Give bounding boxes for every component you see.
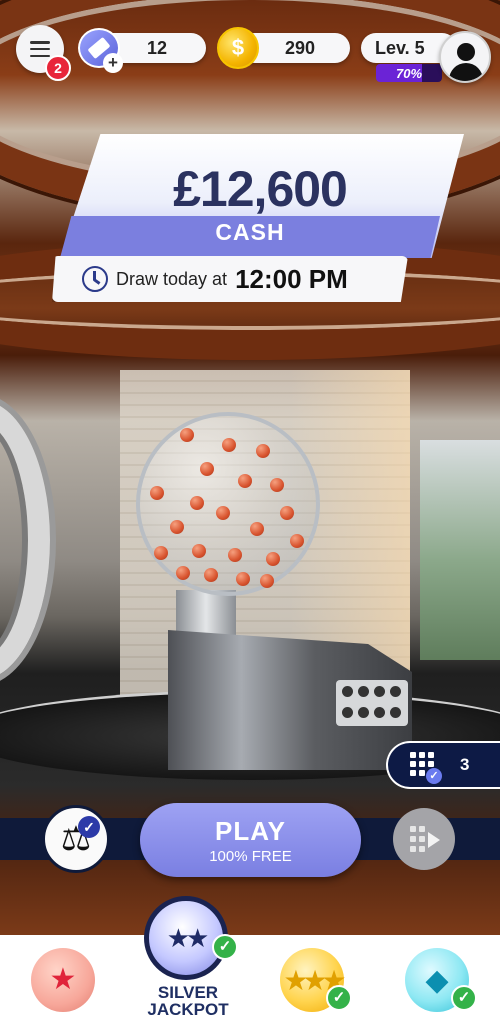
grid-arrow-icon <box>410 826 440 852</box>
hamburger-icon <box>30 41 50 57</box>
check-icon: ✓ <box>212 934 238 960</box>
star-icon: ★ <box>49 963 77 996</box>
notification-badge: 2 <box>45 55 71 81</box>
profile-avatar[interactable] <box>439 31 491 83</box>
lottery-ball-globe <box>136 412 320 596</box>
stars-icon: ★★ <box>166 922 210 953</box>
check-icon: ✓ <box>326 985 352 1011</box>
user-icon <box>457 43 475 61</box>
check-icon: ✓ <box>78 816 100 838</box>
nav-silver-label: SILVER JACKPOT <box>147 983 229 1019</box>
plus-icon[interactable]: + <box>103 53 123 73</box>
window-view <box>420 440 500 660</box>
check-icon: ✓ <box>451 985 477 1011</box>
draw-label: Draw today at <box>116 268 228 289</box>
tickets-count: 12 <box>146 37 168 58</box>
jackpot-amount: £12,600 <box>173 161 348 217</box>
level-progress-label: 70% <box>395 65 423 81</box>
nav-ruby-jackpot[interactable]: ★ <box>31 948 95 1012</box>
ticket-counter-value: 3 <box>460 755 470 774</box>
level-label: Lev. 5 <box>375 37 425 58</box>
level-progress-bar: 70% <box>376 64 442 82</box>
left-ring-sculpture <box>0 400 50 680</box>
play-subtitle: 100% FREE <box>209 847 292 865</box>
autoplay-button[interactable] <box>393 808 455 870</box>
check-icon: ✓ <box>426 768 442 784</box>
rules-button[interactable]: ⚖ <box>42 805 110 873</box>
jackpot-type: CASH <box>215 219 285 245</box>
my-tickets-button[interactable]: ✓ 3 <box>386 741 500 789</box>
play-label: PLAY <box>215 815 286 846</box>
play-button[interactable]: PLAY 100% FREE <box>140 803 361 877</box>
machine-ball-slots <box>336 680 408 726</box>
ticket-grid-icon: ✓ <box>410 752 442 784</box>
coin-icon: $ <box>217 27 259 69</box>
diamond-icon: ◆ <box>425 963 449 997</box>
draw-time-bar: Draw today at 12:00 PM <box>52 256 408 302</box>
coins-count: 290 <box>284 37 316 58</box>
clock-icon <box>82 266 108 292</box>
draw-time: 12:00 PM <box>235 263 348 294</box>
